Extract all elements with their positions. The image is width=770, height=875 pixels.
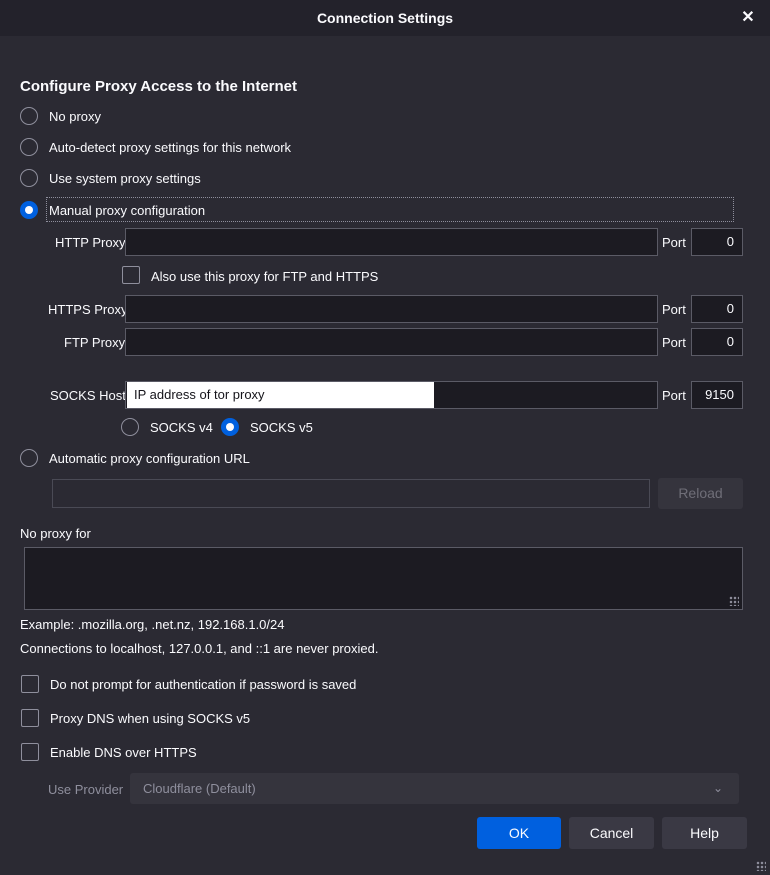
no-proxy-note: Connections to localhost, 127.0.0.1, and… (20, 641, 379, 656)
radio-socks-v4[interactable] (121, 418, 139, 436)
radio-auto-url-label[interactable]: Automatic proxy configuration URL (49, 451, 250, 466)
https-port-input[interactable]: 0 (691, 295, 743, 323)
https-proxy-label: HTTPS Proxy (48, 302, 128, 317)
proxy-dns-checkbox[interactable] (21, 709, 39, 727)
no-proxy-for-textarea[interactable] (24, 547, 743, 610)
radio-manual-proxy-label[interactable]: Manual proxy configuration (49, 203, 205, 218)
auto-url-input[interactable] (52, 479, 650, 508)
radio-manual-proxy[interactable] (20, 201, 38, 219)
http-proxy-input[interactable] (125, 228, 658, 256)
ok-button[interactable]: OK (477, 817, 561, 849)
also-use-checkbox[interactable] (122, 266, 140, 284)
http-port-input[interactable]: 0 (691, 228, 743, 256)
https-port-label: Port (662, 302, 686, 317)
http-port-label: Port (662, 235, 686, 250)
provider-value: Cloudflare (Default) (143, 781, 256, 796)
proxy-dns-label[interactable]: Proxy DNS when using SOCKS v5 (50, 711, 250, 726)
socks-port-input[interactable]: 9150 (691, 381, 743, 409)
cancel-button[interactable]: Cancel (569, 817, 654, 849)
window-resize-grip-icon[interactable] (756, 861, 766, 871)
radio-auto-detect-label[interactable]: Auto-detect proxy settings for this netw… (49, 140, 291, 155)
dns-over-https-label[interactable]: Enable DNS over HTTPS (50, 745, 197, 760)
radio-no-proxy[interactable] (20, 107, 38, 125)
radio-no-proxy-label[interactable]: No proxy (49, 109, 101, 124)
radio-system-proxy-label[interactable]: Use system proxy settings (49, 171, 201, 186)
also-use-label[interactable]: Also use this proxy for FTP and HTTPS (151, 269, 378, 284)
radio-system-proxy[interactable] (20, 169, 38, 187)
no-proxy-example: Example: .mozilla.org, .net.nz, 192.168.… (20, 617, 285, 632)
section-heading: Configure Proxy Access to the Internet (20, 78, 298, 95)
socks-host-label: SOCKS Host (50, 388, 126, 403)
ftp-port-input[interactable]: 0 (691, 328, 743, 356)
dns-over-https-checkbox[interactable] (21, 743, 39, 761)
socks-host-value[interactable]: IP address of tor proxy (127, 382, 434, 408)
radio-auto-detect[interactable] (20, 138, 38, 156)
no-prompt-auth-checkbox[interactable] (21, 675, 39, 693)
radio-auto-url[interactable] (20, 449, 38, 467)
ftp-proxy-label: FTP Proxy (64, 335, 126, 350)
reload-button[interactable]: Reload (658, 478, 743, 509)
radio-socks-v4-label[interactable]: SOCKS v4 (150, 420, 213, 435)
dialog-titlebar: Connection Settings ✕ (0, 0, 770, 36)
ftp-port-label: Port (662, 335, 686, 350)
help-button[interactable]: Help (662, 817, 747, 849)
use-provider-label: Use Provider (48, 782, 124, 797)
http-proxy-label: HTTP Proxy (55, 235, 126, 250)
dialog-title: Connection Settings (316, 10, 454, 26)
ftp-proxy-input[interactable] (125, 328, 658, 356)
socks-port-label: Port (662, 388, 686, 403)
resize-grip-icon[interactable] (729, 596, 739, 606)
no-proxy-for-label: No proxy for (20, 526, 91, 541)
radio-socks-v5-label[interactable]: SOCKS v5 (250, 420, 313, 435)
chevron-down-icon: ⌄ (712, 781, 723, 795)
close-icon[interactable]: ✕ (736, 0, 760, 36)
provider-select[interactable]: Cloudflare (Default) ⌄ (130, 773, 739, 804)
https-proxy-input[interactable] (125, 295, 658, 323)
radio-socks-v5[interactable] (221, 418, 239, 436)
no-prompt-auth-label[interactable]: Do not prompt for authentication if pass… (50, 677, 356, 692)
